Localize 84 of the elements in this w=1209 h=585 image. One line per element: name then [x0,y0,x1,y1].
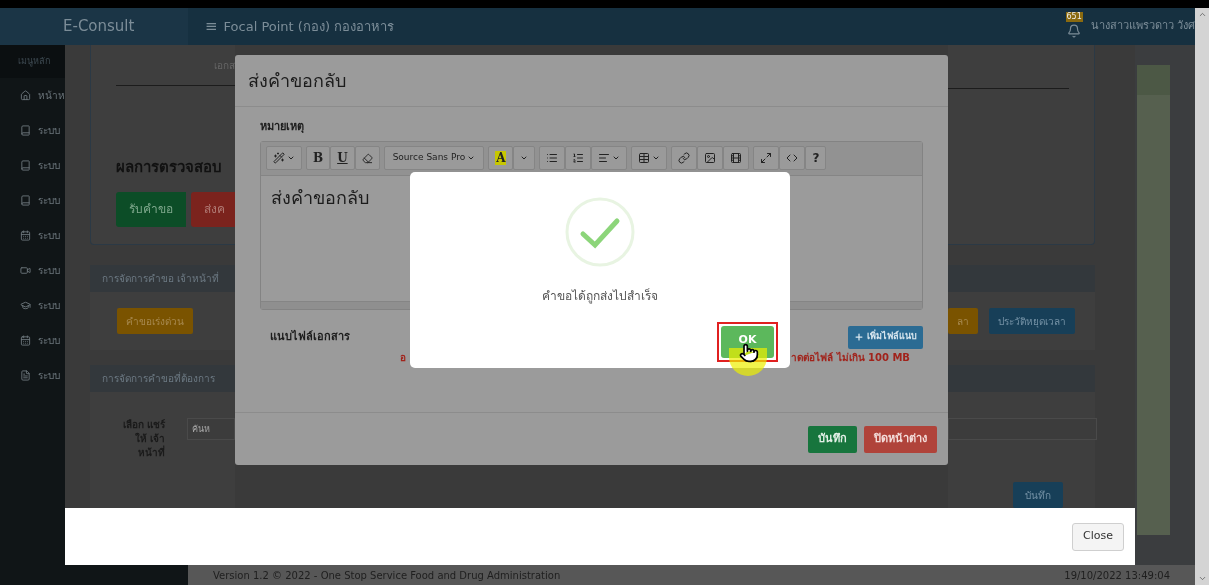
magic-wand-icon [273,152,285,164]
plus-icon [854,332,864,342]
user-name[interactable]: นางสาวแพรวดาว วังศ [1090,18,1195,35]
panel-title: การจัดการคำขอที่ต้องการ [102,371,215,386]
bullet-list-button[interactable] [539,146,566,170]
save-button[interactable]: บันทึก [1013,482,1063,508]
sidebar-item[interactable]: ระบบ [0,218,65,253]
add-file-button[interactable]: เพิ่มไฟล์แนบ [848,325,923,349]
color-dropdown-button[interactable] [513,146,536,170]
video-icon [730,152,743,164]
sidebar-title: เมนูหลัก [18,54,50,69]
sidebar-item[interactable]: ระบบ [0,113,65,148]
numbered-list-icon [572,152,585,164]
action-button[interactable]: ลา [948,308,978,334]
action-button[interactable]: รับคำขอ [116,191,186,227]
urgent-button[interactable]: คำขอเร่งด่วน [117,308,193,334]
sidebar-item[interactable]: ระบบ [0,253,65,288]
home-icon [20,90,31,101]
video-button[interactable] [723,146,750,170]
sidebar-item[interactable]: ระบบ [0,323,65,358]
version-text: Version 1.2 © 2022 - One Stop Service Food and Drug Administration [213,568,561,583]
table-button[interactable] [631,146,668,170]
book-icon [20,195,31,206]
font-dropdown[interactable]: Source Sans Pro [383,146,485,170]
text-color-button[interactable]: A [488,146,514,170]
code-icon [786,152,799,164]
numbered-list-button[interactable] [565,146,592,170]
eraser-button[interactable] [354,146,380,170]
caret-icon [612,154,621,162]
action-button[interactable]: ประวัติหยุดเวลา [989,308,1075,334]
notification-count: 651 [1065,11,1083,22]
notification-icon[interactable] [1066,23,1081,38]
table-icon [638,152,651,164]
sidebar-item[interactable]: ระบบ [0,148,65,183]
alert-message: คำขอได้ถูกส่งไปสำเร็จ [542,287,658,305]
hand-cursor-icon [739,343,759,363]
link-button[interactable] [671,146,698,170]
image-icon [704,152,717,164]
link-icon [678,152,691,164]
panel-title: การจัดการคำขอ เจ้าหน้าที่ [102,271,220,286]
close-window-button[interactable]: ปิดหน้าต่าง [864,425,937,453]
scroll-down-icon[interactable] [1197,574,1207,583]
image-button[interactable] [697,146,724,170]
calendar-icon [20,230,31,241]
menu-toggle[interactable]: ≡ [205,15,218,38]
close-button[interactable]: Close [1072,522,1124,551]
caret-icon [467,154,476,162]
success-check-icon [565,197,635,267]
eraser-icon [361,152,373,164]
timestamp: 19/10/2022 13:49:04 [1064,568,1170,583]
style-button[interactable] [266,146,302,170]
sidebar-item[interactable]: ระบบ [0,358,65,393]
scroll-up-icon[interactable] [1197,10,1207,19]
attach-label: แนบไฟล์เอกสาร [270,328,350,345]
search-field[interactable]: ค้นห [187,418,235,440]
fullscreen-icon [760,152,773,164]
bullet-list-icon [546,152,559,164]
save-button[interactable]: บันทึก [808,425,857,453]
note-label: หมายเหตุ [260,119,305,135]
help-button[interactable]: ? [805,146,827,170]
bold-button[interactable]: B [306,146,331,170]
align-icon [598,152,611,164]
caret-icon [520,154,529,162]
sidebar-item[interactable]: ระบบ [0,288,65,323]
editor-text[interactable]: ส่งคำขอกลับ [271,186,369,208]
graduation-icon [20,300,31,311]
file-notice-text: อ [400,350,406,365]
file-notice-text: าดต่อไฟล์ ไม่เกิน 100 MB [791,350,910,365]
book-icon [20,160,31,171]
video-icon [20,265,31,276]
search-field[interactable] [948,418,1097,440]
book-icon [20,125,31,136]
file-icon [20,370,31,381]
calendar-icon [20,335,31,346]
dialog-title: ส่งคำขอกลับ [248,69,346,93]
caret-icon [652,154,661,162]
underline-button[interactable]: U [330,146,355,170]
sidebar-item[interactable]: ระบบ [0,183,65,218]
align-button[interactable] [591,146,628,170]
page-title: Focal Point (กอง) กองอาหาร [223,17,395,36]
sidebar-item[interactable]: หน้าห [0,78,65,113]
caret-icon [287,154,295,162]
fullscreen-button[interactable] [753,146,780,170]
action-button[interactable]: ส่งค [191,191,238,227]
